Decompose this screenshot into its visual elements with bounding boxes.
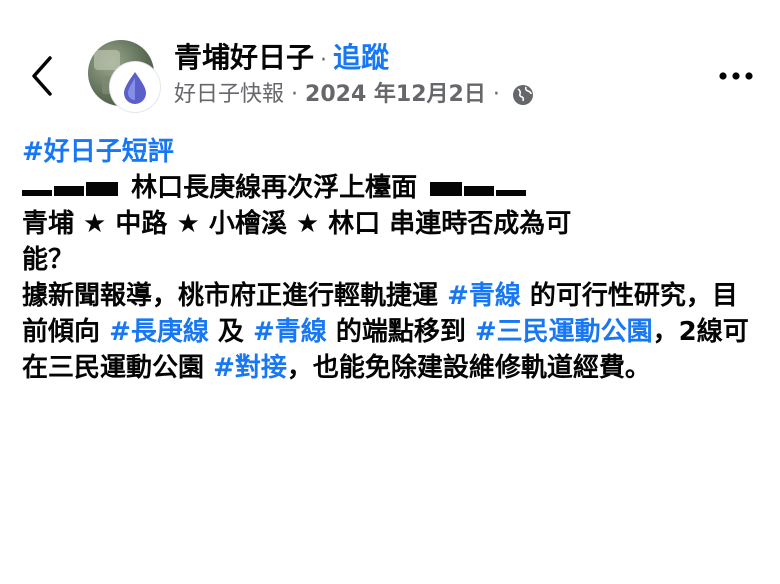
- page-logo-badge[interactable]: [110, 62, 160, 112]
- post-date[interactable]: 2024 年12月2日: [305, 82, 486, 107]
- post-header: 青埔好日子 · 追蹤 好日子快報 · 2024 年12月2日 ·: [0, 0, 780, 120]
- meta-separator: ·: [291, 82, 299, 107]
- droplet-logo-icon: [114, 66, 156, 108]
- hashtag-link[interactable]: #青線: [447, 281, 521, 311]
- bar-decoration-icon: [22, 181, 118, 196]
- hashtag-link[interactable]: #好日子短評: [22, 137, 174, 167]
- hashtag-link[interactable]: #對接: [213, 353, 287, 383]
- route-text: 青埔 ★ 中路 ★ 小檜溪 ★ 林口 串連時否成為可 能？: [22, 206, 762, 278]
- title-separator: ·: [320, 48, 328, 73]
- route-line: 青埔 ★ 中路 ★ 小檜溪 ★ 林口 串連時否成為可: [22, 209, 572, 239]
- title-row: 青埔好日子 · 追蹤: [174, 38, 389, 78]
- more-horizontal-icon: [719, 72, 753, 80]
- post-content: #好日子短評 林口長庚線再次浮上檯面 青埔 ★ 中路 ★ 小檜溪 ★ 林口 串連…: [22, 134, 762, 386]
- body-text: 據新聞報導，桃市府正進行輕軌捷運: [22, 281, 448, 311]
- hashtag-line: #好日子短評: [22, 134, 762, 170]
- chevron-left-icon: [32, 56, 52, 96]
- body-text: 及: [208, 317, 253, 347]
- body-text: ，也能免除建設維修軌道經費。: [286, 353, 651, 383]
- hashtag-link[interactable]: #長庚線: [109, 317, 209, 347]
- back-button[interactable]: [26, 52, 62, 100]
- hashtag-link[interactable]: #青線: [253, 317, 327, 347]
- hashtag-link[interactable]: #三民運動公園: [475, 317, 653, 347]
- globe-icon[interactable]: [511, 83, 535, 107]
- author-name[interactable]: 好日子快報: [174, 82, 284, 107]
- body-text: 的端點移到: [326, 317, 475, 347]
- bar-decoration-icon: [430, 181, 527, 196]
- post-meta: 好日子快報 · 2024 年12月2日 ·: [174, 80, 535, 110]
- follow-button[interactable]: 追蹤: [333, 41, 389, 74]
- page-name-link[interactable]: 青埔好日子: [174, 41, 314, 74]
- route-line: 能？: [22, 245, 75, 275]
- headline-text: 林口長庚線再次浮上檯面: [131, 173, 418, 203]
- post-headline: 林口長庚線再次浮上檯面: [22, 170, 762, 206]
- meta-separator: ·: [492, 82, 500, 107]
- post-body: 據新聞報導，桃市府正進行輕軌捷運 #青線 的可行性研究，目前傾向 #長庚線 及 …: [22, 278, 762, 386]
- more-options-button[interactable]: [716, 62, 756, 90]
